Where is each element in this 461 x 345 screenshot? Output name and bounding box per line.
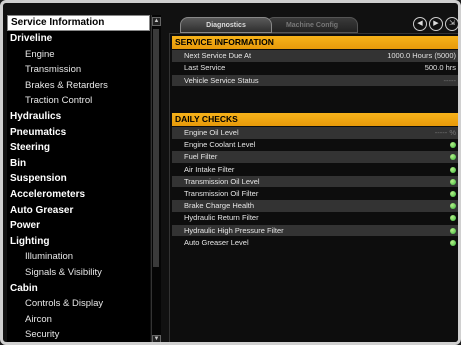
status-ok-icon bbox=[450, 215, 456, 222]
sidebar-scrollbar[interactable]: ▲ ▼ bbox=[151, 15, 161, 342]
sidebar-item-brakes-retarders[interactable]: Brakes & Retarders bbox=[7, 78, 150, 94]
check-row: Hydraulic High Pressure Filter bbox=[172, 224, 458, 237]
tab-icons: ◀ ▶ ⇲ bbox=[413, 17, 458, 33]
sidebar-item-power[interactable]: Power bbox=[7, 218, 150, 234]
status-ok-icon bbox=[450, 203, 456, 210]
service-row: Last Service 500.0 hrs bbox=[172, 62, 458, 74]
exit-icon[interactable]: ⇲ bbox=[445, 17, 458, 31]
check-row: Auto Greaser Level bbox=[172, 237, 458, 249]
check-row: Fuel Filter bbox=[172, 151, 458, 164]
sidebar-item-driveline[interactable]: Driveline bbox=[7, 31, 150, 47]
row-label: Last Service bbox=[184, 63, 226, 73]
check-row: Hydraulic Return Filter bbox=[172, 212, 458, 224]
row-label: Auto Greaser Level bbox=[184, 237, 249, 247]
service-information-header: SERVICE INFORMATION bbox=[172, 36, 458, 49]
back-icon[interactable]: ◀ bbox=[413, 17, 427, 31]
sidebar-item-cabin[interactable]: Cabin bbox=[7, 281, 150, 297]
row-label: Brake Charge Health bbox=[184, 201, 255, 211]
status-ok-icon bbox=[450, 178, 456, 185]
row-label: Transmission Oil Filter bbox=[184, 189, 259, 198]
row-value: ----- bbox=[443, 75, 457, 85]
check-row: Engine Oil Level ----- % bbox=[172, 127, 458, 139]
sidebar-item-suspension[interactable]: Suspension bbox=[7, 171, 150, 187]
status-ok-icon bbox=[450, 227, 456, 234]
sidebar-item-aircon[interactable]: Aircon bbox=[7, 312, 150, 328]
row-label: Engine Coolant Level bbox=[184, 140, 256, 150]
sidebar-item-illumination[interactable]: Illumination bbox=[7, 249, 150, 265]
row-label: Engine Oil Level bbox=[184, 128, 239, 137]
row-label: Transmission Oil Level bbox=[184, 176, 260, 186]
status-ok-icon bbox=[450, 154, 456, 161]
scroll-down-button[interactable]: ▼ bbox=[152, 335, 161, 342]
sidebar-item-auto-greaser[interactable]: Auto Greaser bbox=[7, 203, 150, 219]
check-row: Air Intake Filter bbox=[172, 164, 458, 176]
tab-bar: Machine Config Diagnostics ◀ ▶ ⇲ bbox=[166, 17, 458, 33]
daily-checks-header: DAILY CHECKS bbox=[172, 113, 458, 126]
sidebar-item-traction-control[interactable]: Traction Control bbox=[7, 93, 150, 109]
sidebar-item-bin[interactable]: Bin bbox=[7, 156, 150, 172]
sidebar-item-controls-display[interactable]: Controls & Display bbox=[7, 296, 150, 312]
sidebar-item-signals-visibility[interactable]: Signals & Visibility bbox=[7, 265, 150, 281]
status-ok-icon bbox=[450, 142, 456, 149]
row-label: Vehicle Service Status bbox=[184, 75, 259, 85]
tab-machine-config[interactable]: Machine Config bbox=[266, 17, 358, 33]
check-row: Engine Coolant Level bbox=[172, 139, 458, 151]
service-row: Vehicle Service Status ----- bbox=[172, 74, 458, 87]
check-row: Transmission Oil Level bbox=[172, 175, 458, 188]
sidebar-nav: Service Information Driveline Engine Transm… bbox=[7, 15, 150, 342]
row-value: 1000.0 Hours (5000) bbox=[387, 51, 456, 60]
sidebar-item-pneumatics[interactable]: Pneumatics bbox=[7, 125, 150, 141]
service-row: Next Service Due At 1000.0 Hours (5000) bbox=[172, 50, 458, 62]
diagnostics-panel: SERVICE INFORMATION DAILY CHECKS Next Se… bbox=[169, 33, 458, 342]
check-row: Brake Charge Health bbox=[172, 200, 458, 212]
row-label: Air Intake Filter bbox=[184, 164, 235, 174]
status-ok-icon bbox=[450, 191, 456, 197]
row-value: 500.0 hrs bbox=[424, 63, 456, 73]
sidebar-item-security[interactable]: Security bbox=[7, 327, 150, 342]
sidebar-item-transmission[interactable]: Transmission bbox=[7, 62, 150, 78]
row-label: Hydraulic Return Filter bbox=[184, 213, 259, 223]
status-ok-icon bbox=[450, 166, 456, 173]
tab-diagnostics[interactable]: Diagnostics bbox=[180, 17, 272, 33]
sidebar-item-hydraulics[interactable]: Hydraulics bbox=[7, 109, 150, 125]
scroll-up-button[interactable]: ▲ bbox=[152, 17, 161, 26]
sidebar-item-service-information[interactable]: Service Information bbox=[7, 15, 150, 31]
row-label: Next Service Due At bbox=[184, 51, 252, 60]
sidebar-item-accelerometers[interactable]: Accelerometers bbox=[7, 187, 150, 203]
scroll-thumb[interactable] bbox=[153, 29, 159, 267]
sidebar-item-steering[interactable]: Steering bbox=[7, 140, 150, 156]
row-label: Fuel Filter bbox=[184, 152, 218, 162]
sidebar-item-engine[interactable]: Engine bbox=[7, 47, 150, 63]
status-ok-icon bbox=[450, 239, 456, 246]
check-row: Transmission Oil Filter bbox=[172, 188, 458, 200]
sidebar-item-lighting[interactable]: Lighting bbox=[7, 234, 150, 250]
app-frame: Service Information Driveline Engine Transm… bbox=[0, 0, 461, 345]
row-label: Hydraulic High Pressure Filter bbox=[184, 225, 284, 235]
forward-icon[interactable]: ▶ bbox=[429, 17, 443, 31]
row-value: ----- % bbox=[434, 128, 456, 137]
